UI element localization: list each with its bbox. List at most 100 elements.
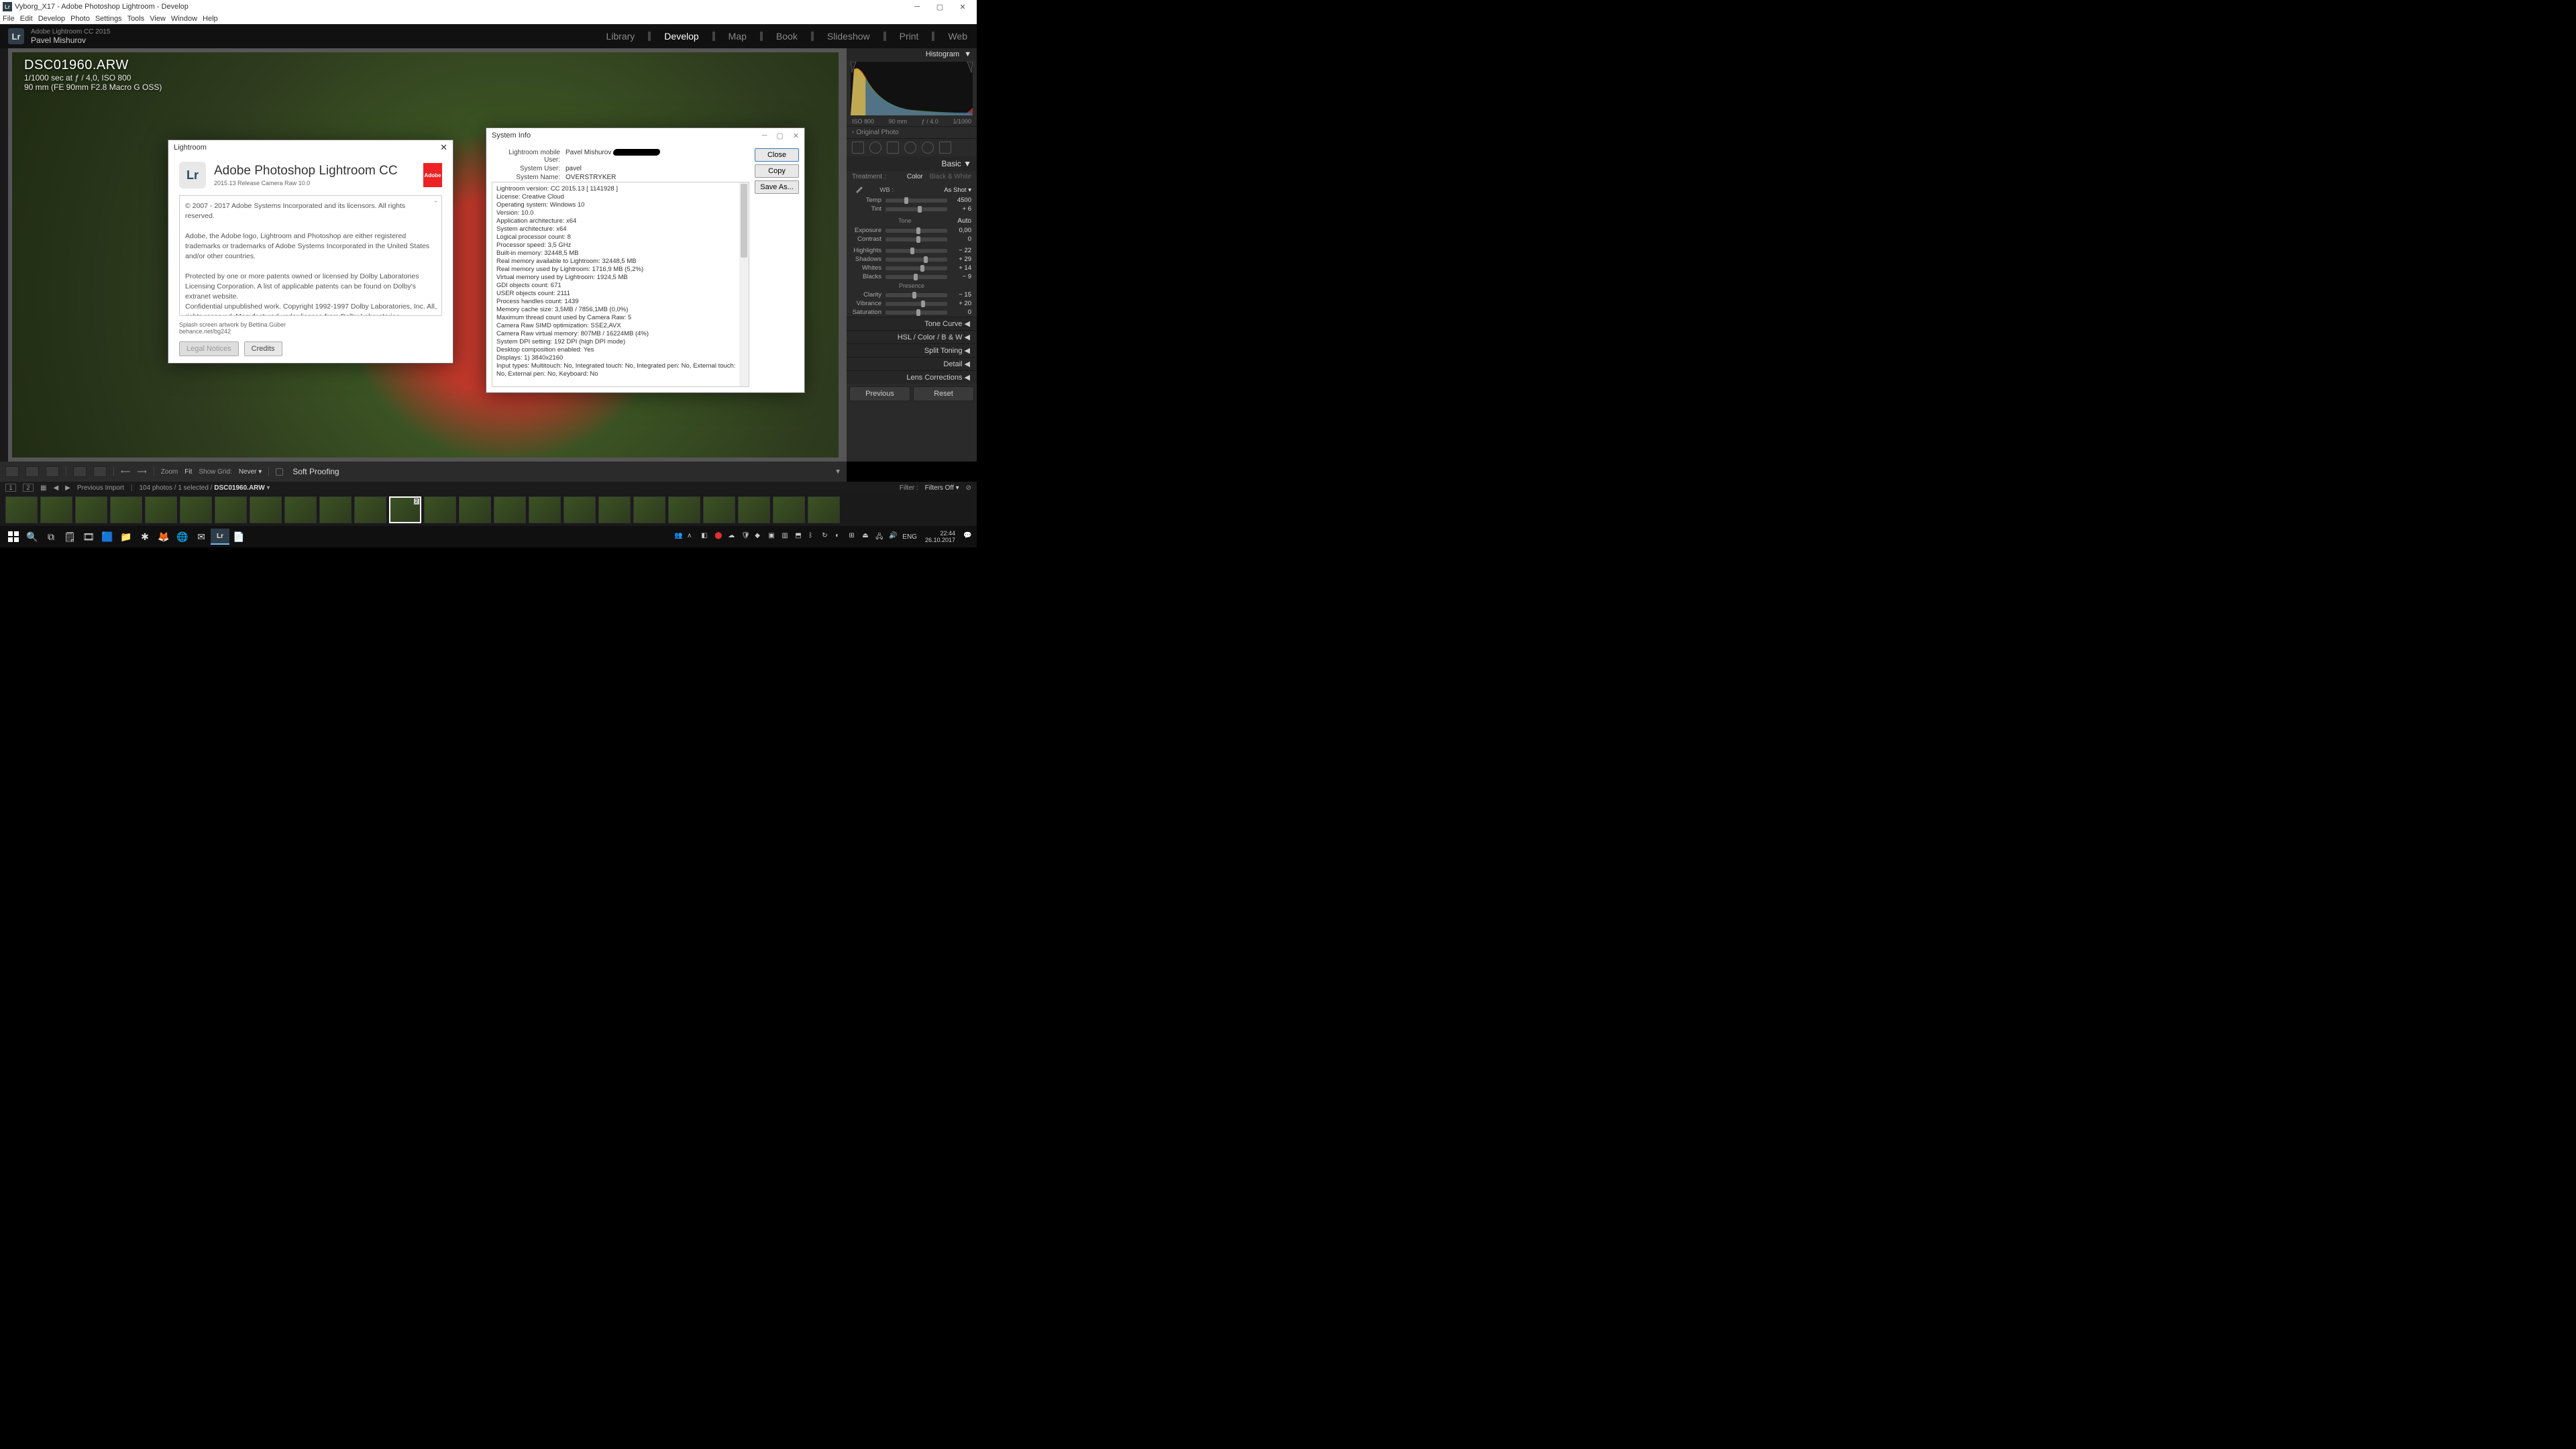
- thumbnail[interactable]: [284, 496, 317, 523]
- thumbnail[interactable]: 2: [389, 496, 421, 523]
- module-book[interactable]: Book: [775, 31, 799, 42]
- whites-slider[interactable]: [885, 266, 947, 270]
- tray-people-icon[interactable]: 👥: [674, 532, 684, 541]
- thumbnail[interactable]: [424, 496, 456, 523]
- thumbnail[interactable]: [40, 496, 72, 523]
- tray-eject-icon[interactable]: ⏏: [862, 532, 871, 541]
- left-panel-collapse[interactable]: [0, 48, 8, 462]
- about-scrollbar[interactable]: [432, 199, 440, 313]
- app-icon-1[interactable]: 🟦: [98, 529, 117, 545]
- legal-notices-button[interactable]: Legal Notices: [179, 341, 239, 356]
- menu-edit[interactable]: Edit: [20, 15, 33, 23]
- tray-app4-icon[interactable]: ▣: [768, 532, 777, 541]
- previous-button[interactable]: Previous: [849, 386, 910, 401]
- thumbnail[interactable]: [738, 496, 770, 523]
- firefox-icon[interactable]: 🦊: [154, 529, 173, 545]
- thumbnail[interactable]: [668, 496, 700, 523]
- loupe-view-icon[interactable]: [5, 466, 19, 477]
- fwd-icon[interactable]: ▶: [65, 484, 70, 492]
- spot-tool-icon[interactable]: [869, 142, 881, 154]
- tray-notifications-icon[interactable]: 💬: [963, 532, 973, 541]
- toolbar-menu-icon[interactable]: ▼: [835, 468, 841, 476]
- tray-volume-icon[interactable]: 🔊: [889, 532, 898, 541]
- grad-tool-icon[interactable]: [904, 142, 916, 154]
- lens-corrections-panel[interactable]: Lens Corrections ◀: [847, 370, 977, 384]
- module-web[interactable]: Web: [947, 31, 969, 42]
- tray-network-icon[interactable]: 🖧: [875, 532, 885, 541]
- thumbnail[interactable]: [75, 496, 107, 523]
- thumbnail[interactable]: [319, 496, 352, 523]
- flag-icon[interactable]: [73, 466, 87, 477]
- thumbnail[interactable]: [215, 496, 247, 523]
- tone-curve-panel[interactable]: Tone Curve ◀: [847, 317, 977, 330]
- tray-app5-icon[interactable]: ▥: [782, 532, 791, 541]
- menu-view[interactable]: View: [150, 15, 166, 23]
- menu-window[interactable]: Window: [171, 15, 197, 23]
- soft-proof-checkbox[interactable]: [276, 468, 283, 476]
- module-print[interactable]: Print: [898, 31, 920, 42]
- vibrance-slider[interactable]: [885, 302, 947, 306]
- about-dialog-titlebar[interactable]: Lightroom ✕: [168, 140, 453, 155]
- menu-file[interactable]: File: [3, 15, 15, 23]
- filter-lock-icon[interactable]: ⊘: [966, 484, 971, 492]
- grid-mode[interactable]: Never ▾: [239, 468, 262, 476]
- sysinfo-text[interactable]: Lightroom version: CC 2015.13 [ 1141928 …: [492, 182, 749, 387]
- thumbnail[interactable]: [145, 496, 177, 523]
- explorer-icon[interactable]: 📁: [117, 529, 136, 545]
- histogram-header[interactable]: Histogram ▼: [847, 48, 977, 60]
- tray-app7-icon[interactable]: ◐: [835, 532, 845, 541]
- split-toning-panel[interactable]: Split Toning ◀: [847, 343, 977, 357]
- menu-settings[interactable]: Settings: [95, 15, 122, 23]
- maximize-button[interactable]: ▢: [928, 3, 951, 11]
- saturation-slider[interactable]: [885, 311, 947, 315]
- tint-slider[interactable]: [885, 207, 947, 211]
- zoom-fit[interactable]: Fit: [184, 468, 192, 476]
- blacks-slider[interactable]: [885, 275, 947, 279]
- minimize-button[interactable]: ─: [906, 3, 928, 11]
- sysinfo-close-icon[interactable]: ✕: [793, 131, 799, 140]
- search-icon[interactable]: 🔍: [23, 529, 42, 545]
- wb-select[interactable]: As Shot ▾: [938, 186, 971, 194]
- app-icon-2[interactable]: ✱: [136, 529, 154, 545]
- tray-app6-icon[interactable]: ⬒: [795, 532, 804, 541]
- notepad-icon[interactable]: 📄: [229, 529, 248, 545]
- media-player-icon[interactable]: 🎞: [79, 529, 98, 545]
- sysinfo-max-icon[interactable]: ▢: [776, 131, 783, 140]
- nav-prev-icon[interactable]: ⟵: [121, 468, 130, 476]
- tray-shield-icon[interactable]: 🛡: [741, 532, 751, 541]
- about-close-icon[interactable]: ✕: [440, 142, 447, 153]
- menu-help[interactable]: Help: [203, 15, 218, 23]
- thumbnail[interactable]: [250, 496, 282, 523]
- radial-tool-icon[interactable]: [922, 142, 934, 154]
- thumbnail[interactable]: [703, 496, 735, 523]
- thumbnail[interactable]: [5, 496, 38, 523]
- thumbnail[interactable]: [110, 496, 142, 523]
- tray-app2-icon[interactable]: ⬤: [714, 532, 724, 541]
- module-library[interactable]: Library: [605, 31, 637, 42]
- histogram[interactable]: [851, 62, 973, 115]
- monitor-2[interactable]: 2: [23, 484, 34, 492]
- source-label[interactable]: Previous Import: [77, 484, 124, 492]
- thumbnail[interactable]: [354, 496, 386, 523]
- thumbnail[interactable]: [180, 496, 212, 523]
- sysinfo-scrollbar[interactable]: [739, 182, 749, 386]
- thumbnail[interactable]: [598, 496, 631, 523]
- monitor-1[interactable]: 1: [5, 484, 16, 492]
- highlights-slider[interactable]: [885, 249, 947, 253]
- sysinfo-copy-button[interactable]: Copy: [755, 164, 799, 178]
- credits-button[interactable]: Credits: [244, 341, 282, 356]
- module-develop[interactable]: Develop: [663, 31, 700, 42]
- lightroom-taskbar-icon[interactable]: Lr: [211, 529, 229, 545]
- tray-clock[interactable]: 22:4426.10.2017: [921, 530, 959, 543]
- clarity-slider[interactable]: [885, 293, 947, 297]
- before-after-icon[interactable]: [25, 466, 39, 477]
- tray-onedrive-icon[interactable]: ☁: [728, 532, 737, 541]
- module-map[interactable]: Map: [727, 31, 748, 42]
- thumbnail[interactable]: [633, 496, 665, 523]
- hsl-panel[interactable]: HSL / Color / B & W ◀: [847, 330, 977, 343]
- browser-icon[interactable]: 🌐: [173, 529, 192, 545]
- tray-bt-icon[interactable]: ᛒ: [808, 532, 818, 541]
- about-legal-text[interactable]: © 2007 - 2017 Adobe Systems Incorporated…: [179, 195, 442, 316]
- filmstrip[interactable]: 2: [0, 494, 977, 526]
- tray-app3-icon[interactable]: ◆: [755, 532, 764, 541]
